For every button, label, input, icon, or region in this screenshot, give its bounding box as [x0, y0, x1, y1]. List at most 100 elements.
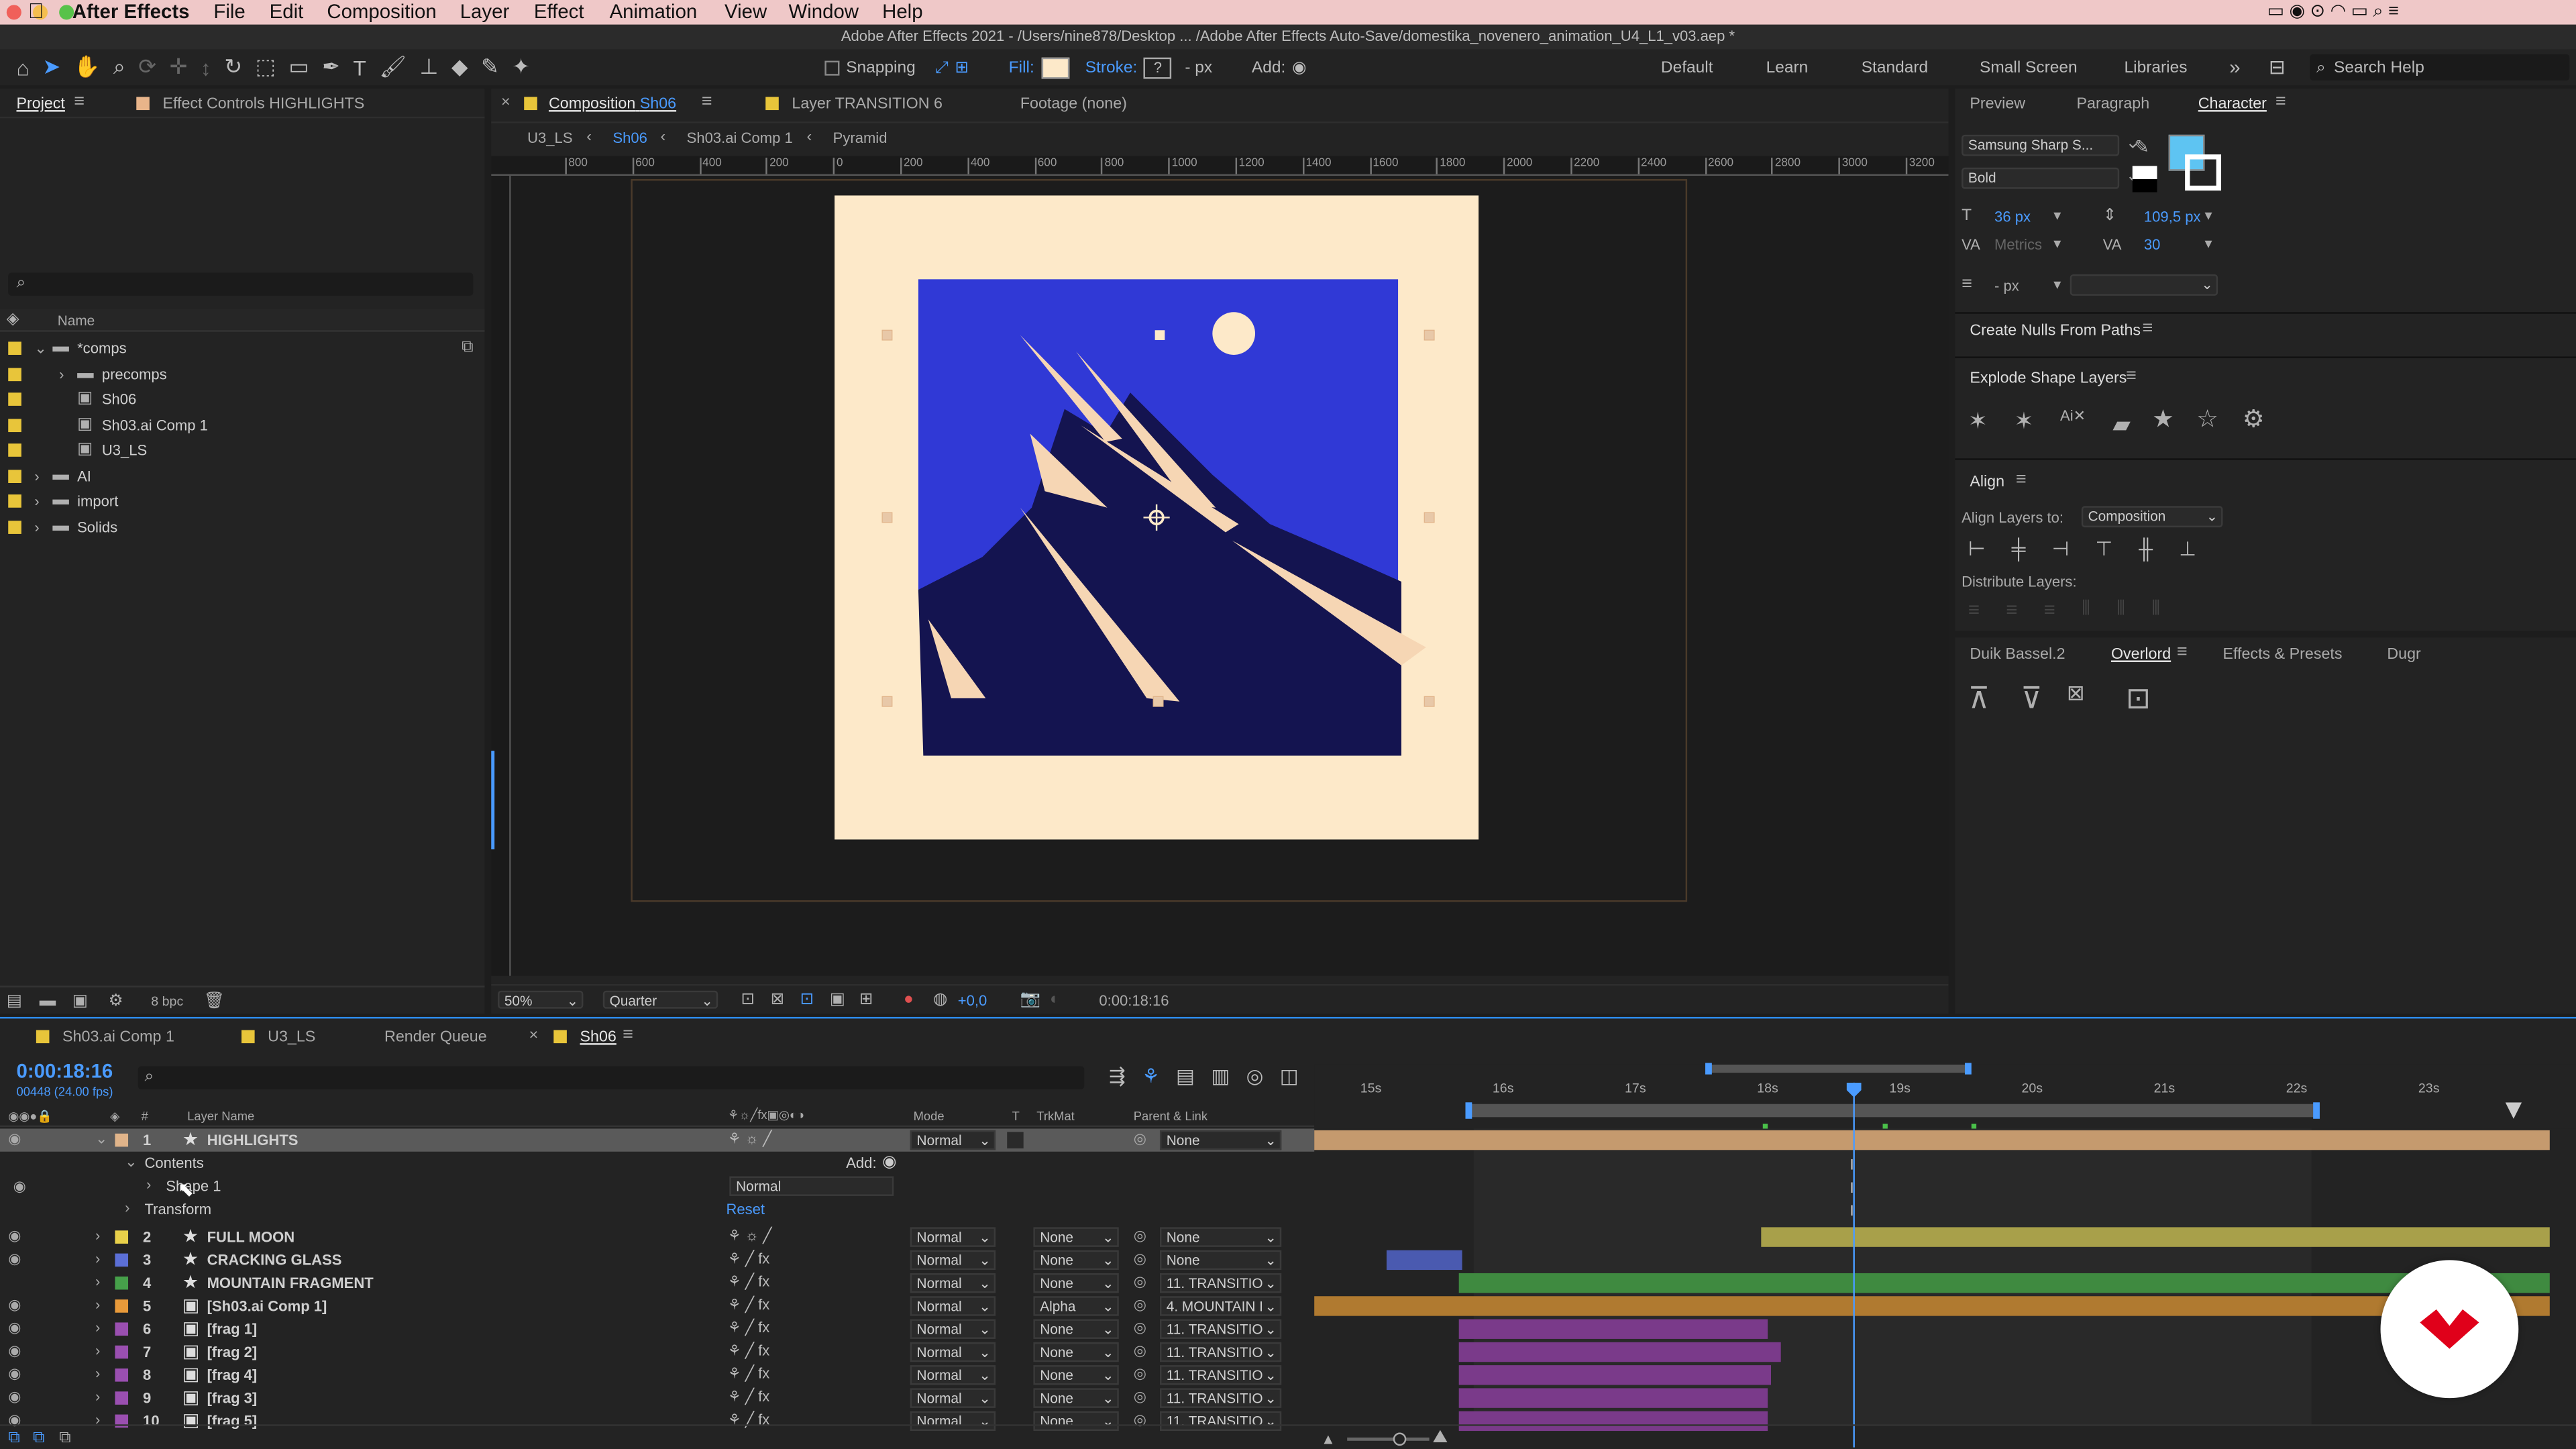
clone-stamp-tool-icon[interactable]: ⊥: [420, 54, 439, 80]
font-size-field[interactable]: 36 px: [1994, 209, 2031, 225]
zoom-in-icon[interactable]: ⛰: [1433, 1428, 1448, 1447]
track-matte-select[interactable]: None ⌄: [1033, 1273, 1119, 1293]
label-color-swatch[interactable]: [115, 1368, 129, 1382]
brush-tool-icon[interactable]: 🖌: [379, 54, 406, 80]
layer-switches-icon[interactable]: ⚘ ╱ fx: [728, 1250, 769, 1269]
contents-group[interactable]: ⌄ Contents: [0, 1152, 1314, 1175]
name-column-header[interactable]: Name: [58, 312, 95, 328]
tab-render-queue[interactable]: Render Queue: [384, 1028, 487, 1046]
expand-toggle-icon[interactable]: ⌄: [34, 338, 46, 358]
label-swatch[interactable]: [8, 341, 21, 355]
parent-pickwhip-icon[interactable]: ◎: [1134, 1320, 1146, 1338]
snapshot-icon[interactable]: 📷: [1020, 991, 1040, 1010]
project-item[interactable]: › ▬ precomps: [0, 362, 484, 387]
align-vcenter-icon[interactable]: ╫: [2139, 537, 2153, 560]
expand-toggle-icon[interactable]: ›: [34, 517, 39, 536]
highlights-bar[interactable]: [1314, 1130, 2550, 1150]
time-ruler[interactable]: 15s 16s 17s 18s 19s 20s 21s 22s 23s: [1314, 1063, 2576, 1129]
parent-select[interactable]: 11. TRANSITIO ⌄: [1159, 1365, 1282, 1385]
time-navigator[interactable]: [1705, 1063, 1972, 1075]
layer-switches-toggle-icon[interactable]: ⧉: [8, 1430, 19, 1449]
hand-tool-icon[interactable]: ✋: [74, 54, 101, 80]
explode-menu-icon[interactable]: ≡: [2126, 366, 2137, 386]
align-menu-icon[interactable]: ≡: [2016, 470, 2027, 489]
label-swatch[interactable]: [8, 469, 21, 482]
hide-shy-icon[interactable]: ▤: [1176, 1065, 1195, 1087]
parent-pickwhip-icon[interactable]: ◎: [1134, 1388, 1146, 1406]
mode-header[interactable]: Mode: [914, 1109, 945, 1124]
visibility-eye-icon[interactable]: ◉: [8, 1227, 21, 1245]
tab-effect-controls[interactable]: Effect Controls HIGHLIGHTS: [162, 95, 364, 113]
roto-brush-tool-icon[interactable]: ✎: [481, 54, 499, 80]
tab-u3-ls[interactable]: U3_LS: [268, 1028, 315, 1046]
push-to-ae-icon[interactable]: ⊼: [1968, 684, 1990, 713]
overlord-shapes-icon[interactable]: ⊠: [2067, 682, 2085, 703]
layer-row[interactable]: ◉ › 6 ▣ [frag 1] ⚘ ╱ fx Normal ⌄ None ⌄ ◎ 11. TRANS…: [0, 1318, 1314, 1340]
parent-select[interactable]: None ⌄: [1159, 1250, 1282, 1271]
timeline-menu-icon[interactable]: ≡: [623, 1025, 633, 1044]
parent-select[interactable]: 11. TRANSITIO ⌄: [1159, 1342, 1282, 1362]
layer-name-header[interactable]: Layer Name: [187, 1109, 254, 1124]
layer-name[interactable]: HIGHLIGHTS: [207, 1132, 299, 1148]
status-icons[interactable]: ▭ ◉ ⊙ ◠ ▭ ⌕ ≡: [2267, 0, 2399, 23]
stroke-color-swatch[interactable]: [2185, 154, 2222, 191]
track-matte-select[interactable]: None ⌄: [1033, 1319, 1119, 1339]
tab-sh03-comp[interactable]: Sh03.ai Comp 1: [62, 1028, 174, 1046]
transform-group[interactable]: › Transform: [0, 1197, 1314, 1220]
grid-guides-icon[interactable]: ⊞: [859, 991, 873, 1010]
transparency-grid-icon[interactable]: ⊠: [771, 991, 785, 1010]
fill-label[interactable]: Fill:: [1009, 58, 1034, 76]
keyframe-marker[interactable]: [1762, 1124, 1768, 1129]
tab-footage[interactable]: Footage (none): [1020, 95, 1127, 113]
reset-transform-link[interactable]: Reset: [726, 1201, 765, 1217]
layer-switches-icon[interactable]: ⚘ ╱ fx: [728, 1296, 769, 1314]
workspace-libraries[interactable]: Libraries: [2125, 49, 2188, 85]
tab-paragraph[interactable]: Paragraph: [2077, 95, 2150, 113]
layer-name[interactable]: [frag 4]: [207, 1367, 258, 1383]
render-time-toggle-icon[interactable]: ⧉: [59, 1430, 70, 1449]
layer-switches-icon[interactable]: ⚘ ╱ fx: [728, 1320, 769, 1338]
visibility-eye-icon[interactable]: ◉: [8, 1130, 21, 1148]
fast-previews-icon[interactable]: ⊡: [741, 991, 755, 1010]
parent-pickwhip-icon[interactable]: ◎: [1134, 1365, 1146, 1383]
blend-mode-select[interactable]: Normal ⌄: [910, 1342, 996, 1362]
menu-window[interactable]: Window: [789, 0, 859, 23]
parent-pickwhip-icon[interactable]: ◎: [1134, 1250, 1146, 1269]
app-menu[interactable]: After Effects: [72, 0, 190, 23]
full-moon-bar[interactable]: [1761, 1227, 2550, 1247]
tab-effects-presets[interactable]: Effects & Presets: [2222, 645, 2342, 663]
label-color-swatch[interactable]: [115, 1322, 129, 1336]
expand-toggle-icon[interactable]: ›: [34, 491, 39, 511]
parent-pickwhip-icon[interactable]: ◎: [1134, 1296, 1146, 1314]
parent-select[interactable]: None ⌄: [1159, 1130, 1282, 1150]
region-of-interest-icon[interactable]: ▣: [830, 991, 845, 1010]
modes-toggle-icon[interactable]: ⧉: [33, 1430, 44, 1449]
visibility-eye-icon[interactable]: ◉: [8, 1296, 21, 1314]
snap-edges-icon[interactable]: ⤢: [935, 58, 949, 76]
new-comp-icon[interactable]: ▣: [72, 992, 88, 1012]
tab-preview[interactable]: Preview: [1970, 95, 2025, 113]
timeline-search-input[interactable]: ⌕: [138, 1066, 1085, 1089]
layer-switches-icon[interactable]: ⚘ ╱ fx: [728, 1388, 769, 1406]
stroke-width-field[interactable]: - px: [1994, 278, 2019, 294]
layer-name[interactable]: [frag 2]: [207, 1344, 258, 1360]
cracking-glass-bar[interactable]: [1386, 1250, 1462, 1271]
explode-sparkle2-icon[interactable]: ✶: [2014, 409, 2033, 432]
snapping-checkbox[interactable]: [824, 60, 840, 75]
blend-mode-select[interactable]: Normal ⌄: [910, 1130, 996, 1150]
type-tool-icon[interactable]: T: [353, 55, 366, 80]
parent-pickwhip-icon[interactable]: ◎: [1134, 1227, 1146, 1245]
blend-mode-select[interactable]: Normal ⌄: [910, 1365, 996, 1385]
breadcrumb-pyramid[interactable]: Pyramid: [833, 129, 888, 146]
project-item[interactable]: › ▬ import: [0, 490, 484, 515]
show-snapshot-icon[interactable]: ◐: [1050, 991, 1060, 1010]
parent-select[interactable]: None ⌄: [1159, 1227, 1282, 1247]
project-menu-icon[interactable]: ≡: [74, 92, 85, 111]
tab-duik[interactable]: Duik Bassel.2: [1970, 645, 2065, 663]
menu-effect[interactable]: Effect: [534, 0, 584, 23]
tracking-field[interactable]: 30: [2144, 237, 2161, 253]
track-matte-select[interactable]: Alpha ⌄: [1033, 1296, 1119, 1316]
menu-animation[interactable]: Animation: [610, 0, 698, 23]
trash-icon[interactable]: 🗑: [204, 992, 225, 1012]
distribute-vcenter-icon[interactable]: ≡: [2006, 597, 2017, 620]
